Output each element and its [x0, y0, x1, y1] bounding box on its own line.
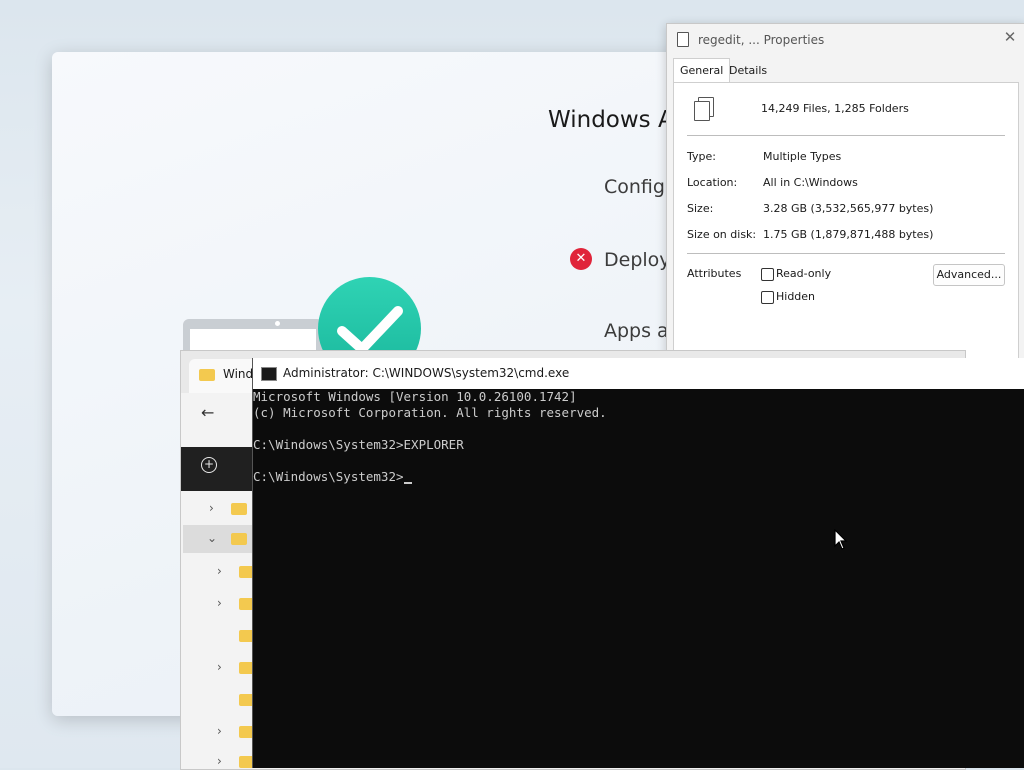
attributes-label: Attributes	[687, 267, 742, 280]
console-line: C:\Windows\System32>EXPLORER	[253, 437, 464, 452]
tab-general[interactable]: General	[673, 58, 731, 83]
nav-tree-item[interactable]	[183, 686, 255, 714]
cmd-console-output[interactable]: Microsoft Windows [Version 10.0.26100.17…	[253, 389, 1024, 768]
mouse-pointer-icon	[834, 529, 848, 550]
read-only-checkbox[interactable]	[761, 268, 774, 281]
chevron-right-icon[interactable]: ›	[217, 724, 222, 738]
multiple-files-icon	[694, 97, 714, 121]
folder-icon	[231, 533, 247, 545]
nav-tree-item[interactable]: ›	[183, 748, 253, 768]
nav-tree-item[interactable]: ›	[183, 718, 255, 746]
hidden-label: Hidden	[776, 290, 816, 303]
text-caret	[403, 482, 412, 484]
advanced-button[interactable]: Advanced...	[933, 264, 1005, 286]
size-on-disk-label: Size on disk:	[687, 228, 757, 241]
nav-tree-item[interactable]: ›	[183, 654, 255, 682]
console-prompt: C:\Windows\System32>	[253, 469, 404, 484]
divider	[687, 253, 1005, 254]
autopilot-title: Windows A	[548, 107, 674, 133]
error-icon: ✕	[570, 248, 592, 270]
read-only-label: Read-only	[776, 267, 832, 280]
size-value: 3.28 GB (3,532,565,977 bytes)	[763, 202, 934, 215]
chevron-right-icon[interactable]: ›	[217, 754, 222, 768]
explorer-command-bar: +	[181, 447, 261, 491]
tab-details[interactable]: Details	[723, 60, 773, 82]
nav-tree-item[interactable]	[183, 622, 255, 650]
cmd-window-title: Administrator: C:\WINDOWS\system32\cmd.e…	[283, 366, 570, 380]
console-line: (c) Microsoft Corporation. All rights re…	[253, 405, 607, 420]
properties-dialog: regedit, ... Properties ✕ General Detail…	[666, 23, 1024, 365]
console-line: Microsoft Windows [Version 10.0.26100.17…	[253, 389, 577, 404]
location-label: Location:	[687, 176, 738, 189]
folder-icon	[239, 756, 253, 768]
explorer-tab-label: Wind	[223, 367, 254, 381]
folder-icon	[231, 503, 247, 515]
divider	[687, 135, 1005, 136]
chevron-right-icon[interactable]: ›	[209, 501, 214, 515]
folder-icon	[199, 369, 215, 381]
size-on-disk-value: 1.75 GB (1,879,871,488 bytes)	[763, 228, 934, 241]
type-label: Type:	[687, 150, 716, 163]
general-panel: 14,249 Files, 1,285 Folders Type: Multip…	[673, 82, 1019, 364]
laptop-camera	[275, 321, 280, 326]
autopilot-step-deploy: Deploy	[604, 249, 671, 271]
file-icon	[677, 32, 689, 47]
properties-title: regedit, ... Properties	[698, 33, 825, 47]
autopilot-step-apps: Apps a	[604, 320, 669, 342]
chevron-right-icon[interactable]: ›	[217, 564, 222, 578]
cmd-title-bar[interactable]: Administrator: C:\WINDOWS\system32\cmd.e…	[253, 358, 1024, 389]
command-prompt-window[interactable]: Administrator: C:\WINDOWS\system32\cmd.e…	[252, 358, 1024, 768]
chevron-right-icon[interactable]: ›	[217, 660, 222, 674]
chevron-right-icon[interactable]: ›	[217, 596, 222, 610]
nav-tree-item-selected[interactable]: ⌄	[183, 525, 253, 553]
location-value: All in C:\Windows	[763, 176, 858, 189]
cmd-icon	[261, 367, 277, 381]
new-item-icon[interactable]: +	[201, 457, 217, 473]
nav-tree-item[interactable]: ›	[183, 590, 255, 618]
nav-tree-item[interactable]: ›	[183, 495, 253, 523]
back-arrow-icon[interactable]: ←	[201, 403, 214, 422]
close-icon[interactable]: ✕	[1001, 28, 1019, 46]
size-label: Size:	[687, 202, 714, 215]
console-prompt-line: C:\Windows\System32>	[253, 469, 412, 485]
type-value: Multiple Types	[763, 150, 842, 163]
hidden-checkbox[interactable]	[761, 291, 774, 304]
nav-tree-item[interactable]: ›	[183, 558, 255, 586]
chevron-down-icon[interactable]: ⌄	[207, 531, 217, 545]
file-count-summary: 14,249 Files, 1,285 Folders	[761, 102, 909, 115]
